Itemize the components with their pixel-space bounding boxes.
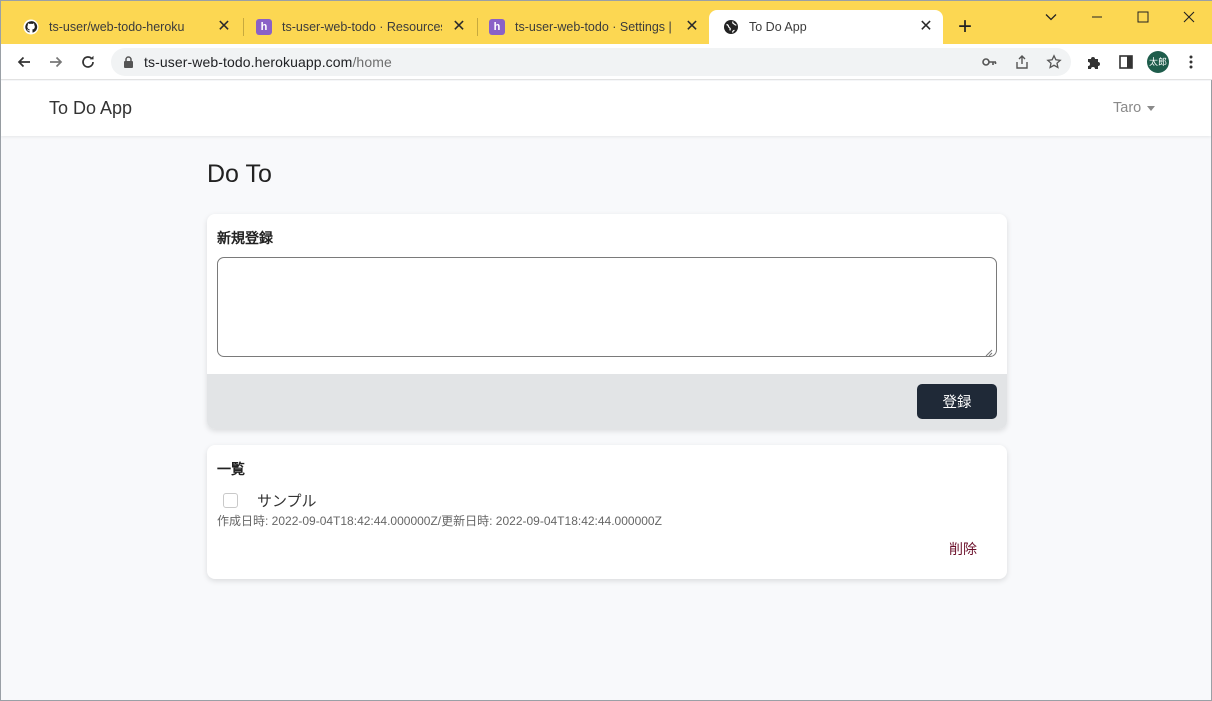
maximize-icon — [1137, 11, 1149, 23]
heroku-icon: h — [489, 19, 505, 35]
reload-icon — [82, 55, 94, 68]
puzzle-icon — [1088, 57, 1100, 69]
url-host: ts-user-web-todo.herokuapp.com — [144, 54, 353, 70]
new-todo-card: 新規登録 登録 — [207, 214, 1007, 429]
list-item: サンプル — [223, 490, 317, 511]
minimize-button[interactable] — [1074, 5, 1120, 29]
close-tab-icon[interactable]: ✕ — [917, 18, 935, 36]
profile-avatar[interactable]: 太郎 — [1147, 51, 1169, 73]
minimize-icon — [1092, 16, 1102, 18]
bookmark-star-icon[interactable] — [1046, 54, 1062, 70]
url-path: /home — [352, 54, 392, 70]
globe-icon — [723, 19, 739, 35]
side-panel-icon — [1119, 55, 1133, 69]
close-tab-icon[interactable]: ✕ — [683, 18, 701, 36]
new-todo-textarea[interactable] — [217, 257, 997, 357]
more-vertical-icon — [1189, 55, 1193, 69]
close-tab-icon[interactable]: ✕ — [450, 18, 468, 36]
app-brand[interactable]: To Do App — [49, 98, 132, 119]
new-todo-card-footer: 登録 — [207, 374, 1007, 429]
chevron-down-icon — [1045, 14, 1057, 21]
back-button[interactable] — [10, 48, 38, 76]
resize-grip-icon[interactable] — [985, 344, 993, 362]
todo-list-heading: 一覧 — [217, 461, 245, 477]
browser-menu-button[interactable] — [1177, 48, 1205, 76]
tab-search-button[interactable] — [1028, 5, 1074, 29]
browser-tab-heroku-settings[interactable]: h ts-user-web-todo · Settings | He ✕ — [475, 10, 709, 44]
todo-list-card: 一覧 サンプル 作成日時: 2022-09-04T18:42:44.000000… — [207, 445, 1007, 579]
todo-text: サンプル — [257, 493, 317, 510]
forward-button[interactable] — [42, 48, 70, 76]
reload-button[interactable] — [74, 48, 102, 76]
tab-title: ts-user/web-todo-heroku — [49, 20, 185, 34]
close-icon — [1183, 11, 1195, 23]
delete-button[interactable]: 削除 — [949, 539, 977, 559]
close-window-button[interactable] — [1166, 5, 1212, 29]
page-title: Do To — [207, 160, 272, 188]
lock-icon — [123, 55, 134, 74]
side-panel-button[interactable] — [1112, 48, 1140, 76]
github-icon — [23, 19, 39, 35]
maximize-button[interactable] — [1120, 5, 1166, 29]
browser-toolbar: ts-user-web-todo.herokuapp.com/home 太郎 — [1, 44, 1212, 80]
user-menu-dropdown[interactable]: Taro — [1113, 100, 1156, 116]
tab-title: To Do App — [749, 20, 807, 34]
heroku-icon: h — [256, 19, 272, 35]
url-text: ts-user-web-todo.herokuapp.com/home — [144, 54, 392, 70]
arrow-right-icon — [50, 56, 63, 68]
user-name: Taro — [1113, 100, 1142, 116]
browser-tab-todo-app[interactable]: To Do App ✕ — [709, 10, 943, 44]
extensions-button[interactable] — [1080, 48, 1108, 76]
browser-tab-github[interactable]: ts-user/web-todo-heroku ✕ — [9, 10, 241, 44]
tab-title: ts-user-web-todo · Settings | He — [515, 20, 675, 34]
new-tab-button[interactable]: + — [951, 13, 979, 41]
todo-done-checkbox[interactable] — [223, 493, 238, 508]
app-navbar: To Do App Taro — [1, 81, 1211, 136]
close-tab-icon[interactable]: ✕ — [215, 18, 233, 36]
browser-tab-heroku-resources[interactable]: h ts-user-web-todo · Resources | He ✕ — [242, 10, 476, 44]
browser-tab-strip: ts-user/web-todo-heroku ✕ h ts-user-web-… — [1, 1, 1212, 44]
caret-down-icon — [1147, 105, 1156, 111]
register-button[interactable]: 登録 — [917, 384, 997, 419]
new-todo-heading: 新規登録 — [217, 230, 273, 246]
tab-title: ts-user-web-todo · Resources | He — [282, 20, 442, 34]
share-icon[interactable] — [1014, 54, 1030, 70]
key-icon[interactable] — [981, 54, 997, 70]
todo-timestamps: 作成日時: 2022-09-04T18:42:44.000000Z/更新日時: … — [217, 514, 662, 528]
arrow-left-icon — [17, 56, 30, 68]
address-bar[interactable]: ts-user-web-todo.herokuapp.com/home — [111, 48, 1071, 76]
